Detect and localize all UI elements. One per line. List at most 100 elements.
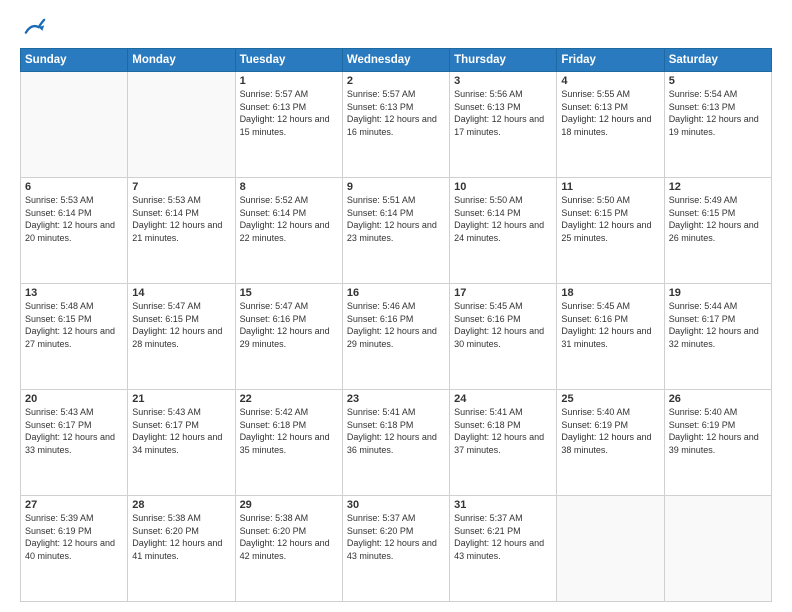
day-number: 28 (132, 499, 230, 511)
weekday-header-friday: Friday (557, 49, 664, 72)
day-number: 15 (240, 287, 338, 299)
day-info: Sunrise: 5:37 AM Sunset: 6:21 PM Dayligh… (454, 512, 552, 562)
day-number: 6 (25, 181, 123, 193)
calendar-cell: 21Sunrise: 5:43 AM Sunset: 6:17 PM Dayli… (128, 390, 235, 496)
day-number: 30 (347, 499, 445, 511)
day-info: Sunrise: 5:50 AM Sunset: 6:14 PM Dayligh… (454, 194, 552, 244)
day-number: 26 (669, 393, 767, 405)
calendar-cell: 1Sunrise: 5:57 AM Sunset: 6:13 PM Daylig… (235, 72, 342, 178)
day-info: Sunrise: 5:43 AM Sunset: 6:17 PM Dayligh… (132, 406, 230, 456)
calendar-cell (21, 72, 128, 178)
calendar-cell (557, 496, 664, 602)
day-number: 27 (25, 499, 123, 511)
day-info: Sunrise: 5:53 AM Sunset: 6:14 PM Dayligh… (25, 194, 123, 244)
calendar-cell: 29Sunrise: 5:38 AM Sunset: 6:20 PM Dayli… (235, 496, 342, 602)
logo (20, 18, 46, 40)
calendar-cell: 30Sunrise: 5:37 AM Sunset: 6:20 PM Dayli… (342, 496, 449, 602)
logo-icon (24, 18, 46, 40)
day-info: Sunrise: 5:38 AM Sunset: 6:20 PM Dayligh… (132, 512, 230, 562)
calendar-cell: 13Sunrise: 5:48 AM Sunset: 6:15 PM Dayli… (21, 284, 128, 390)
day-number: 4 (561, 75, 659, 87)
day-number: 18 (561, 287, 659, 299)
calendar-cell: 4Sunrise: 5:55 AM Sunset: 6:13 PM Daylig… (557, 72, 664, 178)
day-info: Sunrise: 5:49 AM Sunset: 6:15 PM Dayligh… (669, 194, 767, 244)
week-row-4: 20Sunrise: 5:43 AM Sunset: 6:17 PM Dayli… (21, 390, 772, 496)
calendar-cell (664, 496, 771, 602)
day-info: Sunrise: 5:47 AM Sunset: 6:16 PM Dayligh… (240, 300, 338, 350)
weekday-header-tuesday: Tuesday (235, 49, 342, 72)
day-number: 24 (454, 393, 552, 405)
day-number: 29 (240, 499, 338, 511)
week-row-3: 13Sunrise: 5:48 AM Sunset: 6:15 PM Dayli… (21, 284, 772, 390)
day-number: 9 (347, 181, 445, 193)
calendar-cell: 24Sunrise: 5:41 AM Sunset: 6:18 PM Dayli… (450, 390, 557, 496)
page: SundayMondayTuesdayWednesdayThursdayFrid… (0, 0, 792, 612)
week-row-1: 1 Sunrise: 5:57 AM Sunset: 6:13 PM Daylig… (21, 72, 772, 178)
week-row-5: 27Sunrise: 5:39 AM Sunset: 6:19 PM Dayli… (21, 496, 772, 602)
day-number: 7 (132, 181, 230, 193)
calendar-cell: 31Sunrise: 5:37 AM Sunset: 6:21 PM Dayli… (450, 496, 557, 602)
calendar-cell (128, 72, 235, 178)
day-number: 3 (454, 75, 552, 87)
calendar-cell: 12Sunrise: 5:49 AM Sunset: 6:15 PM Dayli… (664, 178, 771, 284)
day-number: 8 (240, 181, 338, 193)
calendar-cell: 6Sunrise: 5:53 AM Sunset: 6:14 PM Daylig… (21, 178, 128, 284)
week-row-2: 6Sunrise: 5:53 AM Sunset: 6:14 PM Daylig… (21, 178, 772, 284)
day-number: 16 (347, 287, 445, 299)
weekday-header-saturday: Saturday (664, 49, 771, 72)
day-info: Sunrise: 5:46 AM Sunset: 6:16 PM Dayligh… (347, 300, 445, 350)
day-info: Sunrise: 5:52 AM Sunset: 6:14 PM Dayligh… (240, 194, 338, 244)
day-info: Sunrise: 5:47 AM Sunset: 6:15 PM Dayligh… (132, 300, 230, 350)
day-info: Sunrise: 5:57 AM Sunset: 6:13 PM Dayligh… (347, 88, 445, 138)
day-number: 21 (132, 393, 230, 405)
calendar-cell: 15Sunrise: 5:47 AM Sunset: 6:16 PM Dayli… (235, 284, 342, 390)
calendar-cell: 17Sunrise: 5:45 AM Sunset: 6:16 PM Dayli… (450, 284, 557, 390)
day-number: 31 (454, 499, 552, 511)
day-info: Sunrise: 5:56 AM Sunset: 6:13 PM Dayligh… (454, 88, 552, 138)
calendar-cell: 20Sunrise: 5:43 AM Sunset: 6:17 PM Dayli… (21, 390, 128, 496)
weekday-header-sunday: Sunday (21, 49, 128, 72)
calendar-cell: 26Sunrise: 5:40 AM Sunset: 6:19 PM Dayli… (664, 390, 771, 496)
calendar-table: SundayMondayTuesdayWednesdayThursdayFrid… (20, 48, 772, 602)
calendar-cell: 5Sunrise: 5:54 AM Sunset: 6:13 PM Daylig… (664, 72, 771, 178)
weekday-header-row: SundayMondayTuesdayWednesdayThursdayFrid… (21, 49, 772, 72)
day-number: 12 (669, 181, 767, 193)
day-number: 1 (240, 75, 338, 87)
day-number: 14 (132, 287, 230, 299)
weekday-header-monday: Monday (128, 49, 235, 72)
day-info: Sunrise: 5:41 AM Sunset: 6:18 PM Dayligh… (347, 406, 445, 456)
day-number: 25 (561, 393, 659, 405)
calendar-cell: 10Sunrise: 5:50 AM Sunset: 6:14 PM Dayli… (450, 178, 557, 284)
day-info: Sunrise: 5:48 AM Sunset: 6:15 PM Dayligh… (25, 300, 123, 350)
calendar-cell: 11Sunrise: 5:50 AM Sunset: 6:15 PM Dayli… (557, 178, 664, 284)
day-number: 5 (669, 75, 767, 87)
day-info: Sunrise: 5:40 AM Sunset: 6:19 PM Dayligh… (669, 406, 767, 456)
day-info: Sunrise: 5:54 AM Sunset: 6:13 PM Dayligh… (669, 88, 767, 138)
calendar-cell: 8Sunrise: 5:52 AM Sunset: 6:14 PM Daylig… (235, 178, 342, 284)
weekday-header-thursday: Thursday (450, 49, 557, 72)
calendar-cell: 7Sunrise: 5:53 AM Sunset: 6:14 PM Daylig… (128, 178, 235, 284)
day-number: 23 (347, 393, 445, 405)
calendar-cell: 22Sunrise: 5:42 AM Sunset: 6:18 PM Dayli… (235, 390, 342, 496)
day-info: Sunrise: 5:53 AM Sunset: 6:14 PM Dayligh… (132, 194, 230, 244)
day-info: Sunrise: 5:50 AM Sunset: 6:15 PM Dayligh… (561, 194, 659, 244)
calendar-cell: 18Sunrise: 5:45 AM Sunset: 6:16 PM Dayli… (557, 284, 664, 390)
weekday-header-wednesday: Wednesday (342, 49, 449, 72)
day-number: 2 (347, 75, 445, 87)
day-info: Sunrise: 5:43 AM Sunset: 6:17 PM Dayligh… (25, 406, 123, 456)
day-info: Sunrise: 5:45 AM Sunset: 6:16 PM Dayligh… (561, 300, 659, 350)
day-info: Sunrise: 5:41 AM Sunset: 6:18 PM Dayligh… (454, 406, 552, 456)
day-info: Sunrise: 5:39 AM Sunset: 6:19 PM Dayligh… (25, 512, 123, 562)
calendar-cell: 25Sunrise: 5:40 AM Sunset: 6:19 PM Dayli… (557, 390, 664, 496)
calendar-cell: 14Sunrise: 5:47 AM Sunset: 6:15 PM Dayli… (128, 284, 235, 390)
day-number: 10 (454, 181, 552, 193)
calendar-cell: 28Sunrise: 5:38 AM Sunset: 6:20 PM Dayli… (128, 496, 235, 602)
calendar-cell: 9Sunrise: 5:51 AM Sunset: 6:14 PM Daylig… (342, 178, 449, 284)
day-info: Sunrise: 5:42 AM Sunset: 6:18 PM Dayligh… (240, 406, 338, 456)
day-info: Sunrise: 5:40 AM Sunset: 6:19 PM Dayligh… (561, 406, 659, 456)
day-number: 11 (561, 181, 659, 193)
day-number: 13 (25, 287, 123, 299)
calendar-cell: 16Sunrise: 5:46 AM Sunset: 6:16 PM Dayli… (342, 284, 449, 390)
day-info: Sunrise: 5:44 AM Sunset: 6:17 PM Dayligh… (669, 300, 767, 350)
calendar-cell: 2Sunrise: 5:57 AM Sunset: 6:13 PM Daylig… (342, 72, 449, 178)
